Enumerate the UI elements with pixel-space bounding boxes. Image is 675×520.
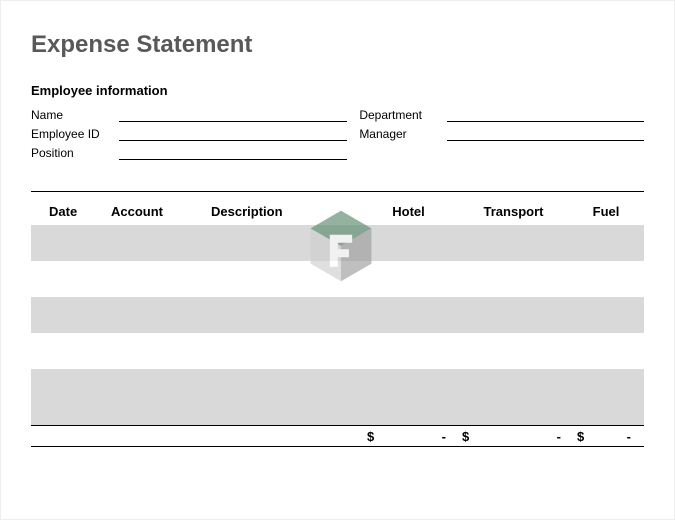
input-position[interactable] [119, 146, 347, 160]
total-value: - [627, 429, 631, 444]
total-value: - [442, 429, 446, 444]
currency-symbol: $ [577, 429, 584, 444]
employee-info-left-col: Name Employee ID Position [31, 104, 347, 161]
total-transport: $ - [456, 429, 571, 444]
table-header-row: Date Account Description Hotel Transport… [31, 200, 644, 225]
total-hotel: $ - [361, 429, 456, 444]
employee-info-right-col: Department Manager [359, 104, 644, 161]
field-manager: Manager [359, 123, 644, 141]
employee-info-grid: Name Employee ID Position Department Man… [31, 104, 644, 161]
expense-table: Date Account Description Hotel Transport… [31, 191, 644, 447]
field-name: Name [31, 104, 347, 122]
header-transport: Transport [456, 204, 571, 219]
input-manager[interactable] [447, 127, 644, 141]
label-department: Department [359, 108, 447, 122]
table-row[interactable] [31, 369, 644, 425]
table-row[interactable] [31, 225, 644, 261]
label-employee-id: Employee ID [31, 127, 119, 141]
header-hotel: Hotel [361, 204, 456, 219]
table-top-rule [31, 191, 644, 192]
currency-symbol: $ [367, 429, 374, 444]
input-name[interactable] [119, 108, 347, 122]
page-title: Expense Statement [31, 31, 644, 59]
table-row[interactable] [31, 297, 644, 333]
field-position: Position [31, 142, 347, 160]
input-employee-id[interactable] [119, 127, 347, 141]
field-department: Department [359, 104, 644, 122]
label-name: Name [31, 108, 119, 122]
field-employee-id: Employee ID [31, 123, 347, 141]
total-value: - [557, 429, 561, 444]
header-fuel: Fuel [571, 204, 641, 219]
employee-info-heading: Employee information [31, 83, 644, 98]
header-description: Description [211, 204, 361, 219]
currency-symbol: $ [462, 429, 469, 444]
total-fuel: $ - [571, 429, 641, 444]
table-row[interactable] [31, 261, 644, 297]
header-date: Date [31, 204, 111, 219]
input-department[interactable] [447, 108, 644, 122]
expense-statement-page: Expense Statement Employee information N… [1, 1, 674, 447]
totals-row: $ - $ - $ - [31, 425, 644, 447]
label-position: Position [31, 146, 119, 160]
label-manager: Manager [359, 127, 447, 141]
header-account: Account [111, 204, 211, 219]
table-row[interactable] [31, 333, 644, 369]
